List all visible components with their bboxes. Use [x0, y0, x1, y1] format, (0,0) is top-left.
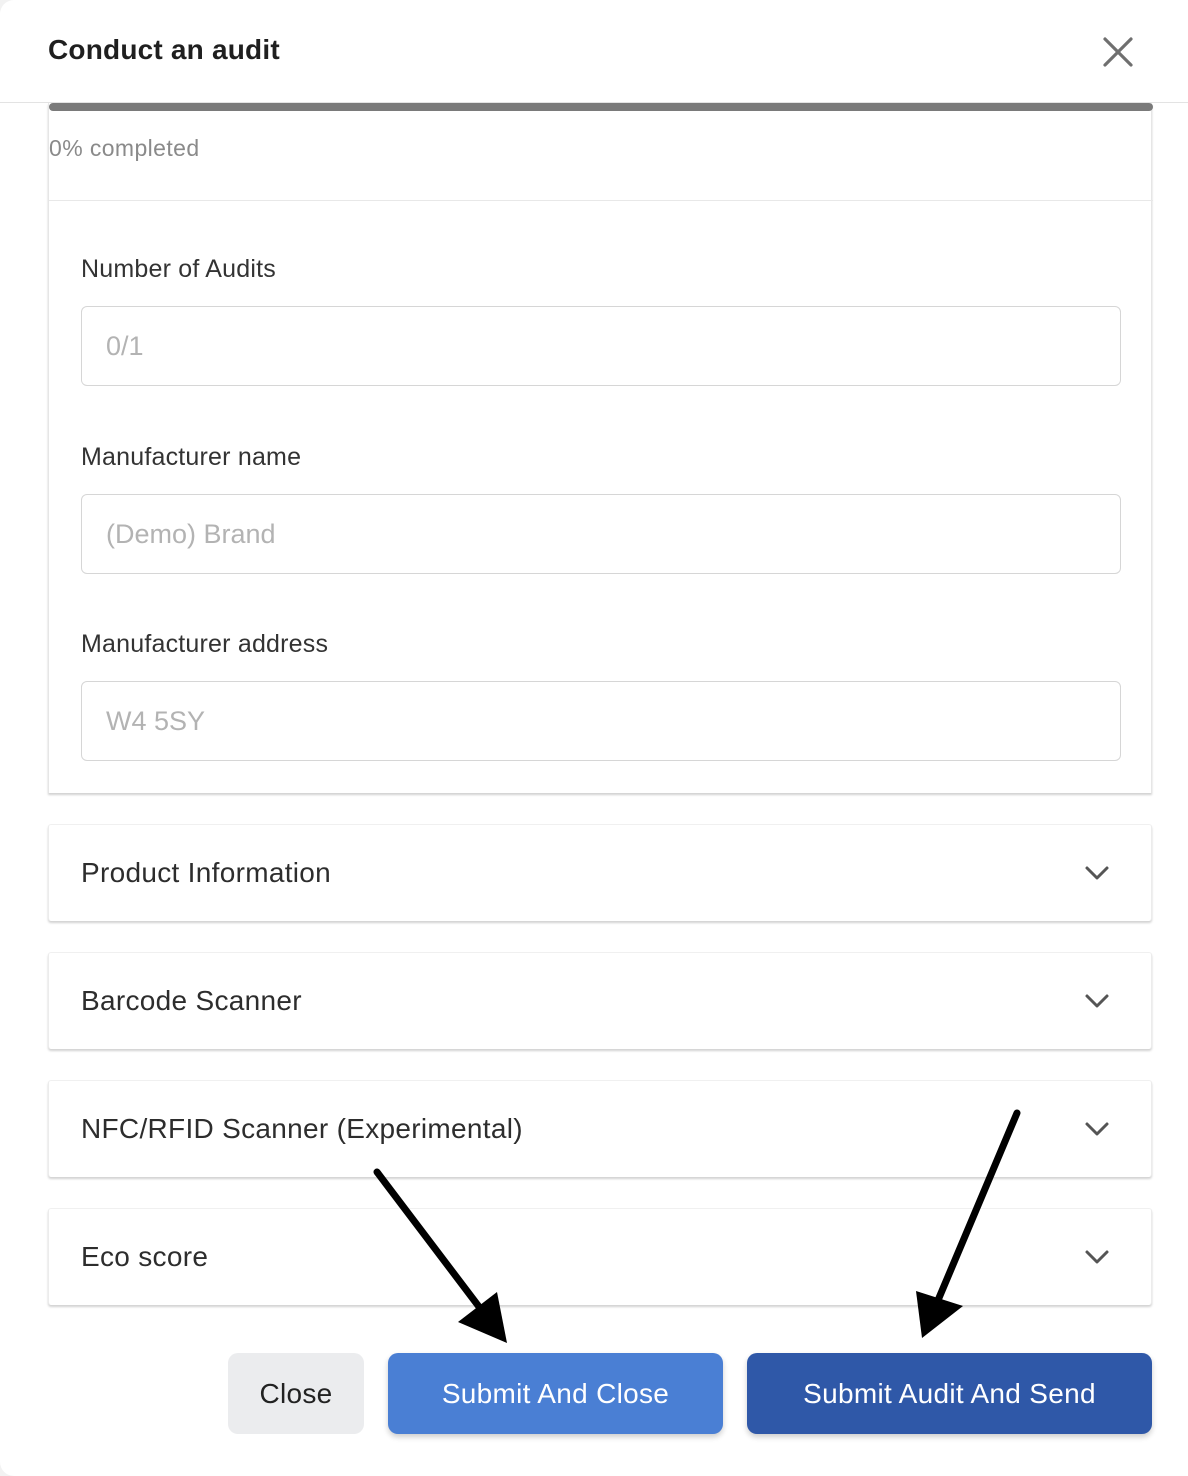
- close-icon[interactable]: [1100, 34, 1136, 70]
- section-label: Product Information: [81, 857, 332, 888]
- section-eco-score[interactable]: Eco score: [48, 1208, 1152, 1305]
- section-product-information[interactable]: Product Information: [48, 824, 1152, 921]
- close-button[interactable]: Close: [228, 1353, 364, 1434]
- section-label: Eco score: [81, 1241, 209, 1272]
- audit-form-card: 0% completed Number of Audits Manufactur…: [48, 103, 1153, 793]
- progress-bar-fill: [49, 103, 1153, 111]
- manufacturer-address-label: Manufacturer address: [81, 630, 329, 658]
- number-of-audits-label: Number of Audits: [81, 255, 276, 283]
- audit-modal: Conduct an audit 0% completed Number of …: [0, 0, 1188, 1476]
- manufacturer-name-label: Manufacturer name: [81, 443, 302, 471]
- chevron-down-icon[interactable]: [1083, 989, 1111, 1013]
- manufacturer-name-input[interactable]: [81, 494, 1121, 574]
- progress-text: 0% completed: [49, 135, 200, 161]
- section-label: NFC/RFID Scanner (Experimental): [81, 1113, 523, 1144]
- modal-title: Conduct an audit: [48, 34, 280, 65]
- chevron-down-icon[interactable]: [1083, 1117, 1111, 1141]
- manufacturer-address-input[interactable]: [81, 681, 1121, 761]
- modal-header: Conduct an audit: [0, 0, 1188, 103]
- section-nfc-rfid-scanner[interactable]: NFC/RFID Scanner (Experimental): [48, 1080, 1152, 1177]
- submit-audit-and-send-button[interactable]: Submit Audit And Send: [747, 1353, 1152, 1434]
- divider: [49, 200, 1153, 201]
- submit-and-close-button[interactable]: Submit And Close: [388, 1353, 723, 1434]
- progress-bar: [49, 103, 1153, 111]
- number-of-audits-input[interactable]: [81, 306, 1121, 386]
- section-label: Barcode Scanner: [81, 985, 302, 1016]
- section-barcode-scanner[interactable]: Barcode Scanner: [48, 952, 1152, 1049]
- chevron-down-icon[interactable]: [1083, 861, 1111, 885]
- chevron-down-icon[interactable]: [1083, 1245, 1111, 1269]
